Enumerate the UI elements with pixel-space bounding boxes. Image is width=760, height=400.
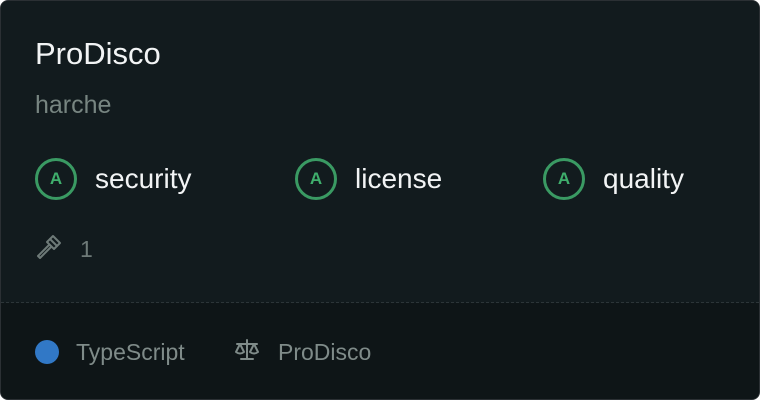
tools-count-value: 1 — [80, 235, 93, 262]
score-security[interactable]: A security — [35, 155, 191, 203]
score-label: license — [355, 163, 443, 194]
grade-badge: A — [295, 158, 337, 200]
repo-owner[interactable]: harche — [35, 89, 111, 121]
scale-icon — [233, 336, 261, 369]
card-header-section: ProDisco harche A security A license A q… — [1, 1, 759, 302]
license-name: ProDisco — [278, 338, 372, 365]
tools-count: 1 — [35, 233, 93, 265]
server-card[interactable]: ProDisco harche A security A license A q… — [0, 0, 760, 400]
language-name: TypeScript — [76, 338, 185, 365]
repo-title[interactable]: ProDisco — [35, 35, 161, 73]
score-license[interactable]: A license — [295, 155, 442, 203]
score-quality[interactable]: A quality — [543, 155, 684, 203]
language-info: TypeScript — [35, 337, 185, 367]
grade-badge: A — [35, 158, 77, 200]
grade-badge: A — [543, 158, 585, 200]
hammer-icon — [35, 233, 63, 266]
score-label: security — [95, 163, 192, 194]
language-color-dot — [35, 340, 59, 364]
license-info: ProDisco — [233, 337, 371, 367]
score-label: quality — [603, 163, 684, 194]
